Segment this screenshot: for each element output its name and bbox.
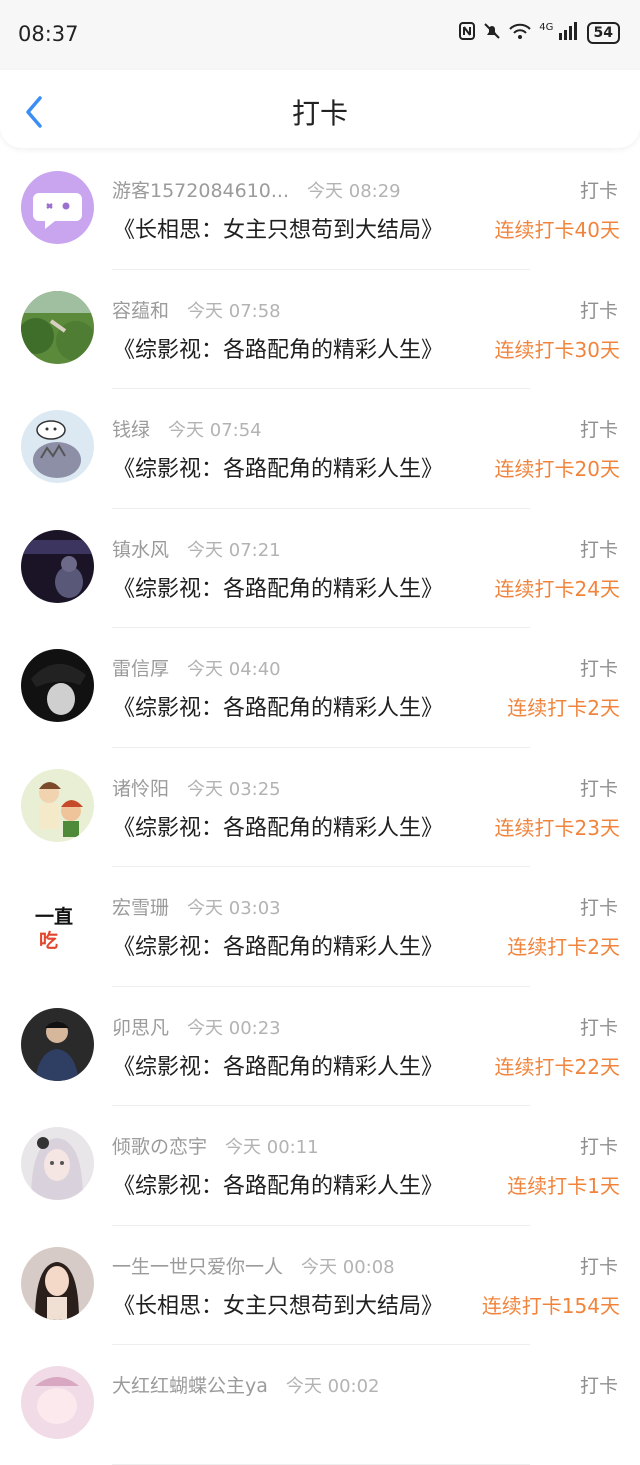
- status-time: 08:37: [18, 22, 79, 46]
- username: 容蕴和: [112, 299, 170, 322]
- checkin-time: 今天 00:08: [301, 1256, 395, 1278]
- book-title[interactable]: 《综影视：各路配角的精彩人生》: [113, 1168, 443, 1200]
- book-title[interactable]: 《综影视：各路配角的精彩人生》: [113, 451, 443, 483]
- anime-avatar[interactable]: [21, 410, 94, 483]
- username: 大红红蝴蝶公主ya: [112, 1375, 268, 1397]
- checkin-time: 今天 03:25: [187, 778, 281, 800]
- mute-icon: [483, 22, 501, 44]
- partial-avatar[interactable]: [21, 1366, 94, 1439]
- night-avatar[interactable]: [21, 529, 94, 603]
- item-meta: 容蕴和 今天 07:58: [112, 296, 281, 323]
- action-label: 打卡: [579, 1375, 618, 1397]
- streak-label: 连续打卡2天: [507, 696, 620, 720]
- action-label: 打卡: [579, 1136, 618, 1158]
- action-label: 打卡: [579, 897, 618, 919]
- username: 倾歌の恋宇: [112, 1136, 208, 1158]
- streak-label: 连续打卡1天: [507, 1174, 620, 1198]
- list-item[interactable]: 一直 吃 宏雪珊 今天 03:03 打卡 《综影视：各路配角的精彩人生》 连续打卡…: [0, 867, 640, 987]
- list-item[interactable]: 钱绿 今天 07:54 打卡 《综影视：各路配角的精彩人生》 连续打卡20天: [0, 389, 640, 509]
- book-title[interactable]: 《长相思：女主只想苟到大结局》: [113, 1288, 443, 1320]
- text-avatar[interactable]: 一直 吃: [21, 888, 94, 961]
- item-meta: 卯思凡 今天 00:23: [112, 1013, 281, 1040]
- book-title[interactable]: 《综影视：各路配角的精彩人生》: [113, 690, 443, 722]
- action-label: 打卡: [579, 299, 618, 322]
- nfc-icon: [459, 22, 476, 44]
- book-title[interactable]: 《综影视：各路配角的精彩人生》: [113, 929, 443, 961]
- list-item[interactable]: 雷信厚 今天 04:40 打卡 《综影视：各路配角的精彩人生》 连续打卡2天: [0, 628, 640, 748]
- username: 游客1572084610...: [112, 180, 290, 202]
- checkin-list: 游客1572084610... 今天 08:29 打卡 《长相思：女主只想苟到大结…: [0, 150, 640, 1465]
- avatar-text-line-1: 一直: [35, 906, 74, 928]
- doll-avatar[interactable]: [21, 1127, 94, 1200]
- checkin-time: 今天 07:21: [187, 539, 281, 561]
- streak-label: 连续打卡2天: [507, 935, 620, 959]
- checkin-time: 今天 07:58: [187, 300, 281, 322]
- book-title[interactable]: 《综影视：各路配角的精彩人生》: [113, 571, 443, 603]
- checkin-time: 今天 08:29: [307, 181, 401, 202]
- checkin-time: 今天 04:40: [187, 659, 281, 680]
- item-meta: 一生一世只爱你一人 今天 00:08: [112, 1252, 395, 1279]
- item-meta: 倾歌の恋宇 今天 00:11: [112, 1132, 319, 1159]
- illustration-avatar[interactable]: [21, 768, 94, 842]
- username: 一生一世只爱你一人: [112, 1255, 284, 1278]
- battery-icon: 54: [586, 22, 620, 44]
- username: 镇水风: [112, 538, 170, 561]
- username: 卯思凡: [112, 1016, 170, 1039]
- item-meta: 游客1572084610... 今天 08:29: [112, 176, 401, 203]
- nature-avatar[interactable]: [21, 290, 94, 364]
- username: 钱绿: [112, 419, 151, 441]
- action-label: 打卡: [579, 1016, 618, 1039]
- list-item[interactable]: 游客1572084610... 今天 08:29 打卡 《长相思：女主只想苟到大结…: [0, 150, 640, 270]
- streak-label: 连续打卡24天: [494, 576, 620, 601]
- item-meta: 宏雪珊 今天 03:03: [112, 893, 281, 920]
- ghost-avatar[interactable]: [21, 171, 94, 244]
- action-label: 打卡: [579, 777, 618, 800]
- page-title: 打卡: [291, 97, 348, 130]
- list-item[interactable]: 镇水风 今天 07:21 打卡 《综影视：各路配角的精彩人生》 连续打卡24天: [0, 509, 640, 629]
- streak-label: 连续打卡154天: [481, 1293, 620, 1318]
- username: 雷信厚: [112, 658, 170, 680]
- book-title[interactable]: 《综影视：各路配角的精彩人生》: [113, 1049, 443, 1081]
- item-meta: 钱绿 今天 07:54: [112, 415, 262, 442]
- username: 诸怜阳: [112, 777, 170, 800]
- checkin-time: 今天 00:02: [285, 1376, 380, 1397]
- status-icons: 4G 54: [459, 22, 620, 44]
- book-title[interactable]: 《长相思：女主只想苟到大结局》: [113, 212, 443, 244]
- nav-header: 打卡: [0, 70, 640, 148]
- streak-label: 连续打卡23天: [494, 815, 620, 840]
- list-item[interactable]: 一生一世只爱你一人 今天 00:08 打卡 《长相思：女主只想苟到大结局》 连续打…: [0, 1226, 640, 1346]
- checkin-time: 今天 07:54: [168, 420, 262, 441]
- action-label: 打卡: [579, 538, 618, 561]
- wifi-icon: [509, 22, 532, 44]
- list-item[interactable]: 诸怜阳 今天 03:25 打卡 《综影视：各路配角的精彩人生》 连续打卡23天: [0, 748, 640, 868]
- photo-avatar[interactable]: [21, 1007, 94, 1081]
- checkin-time: 今天 00:23: [187, 1017, 281, 1039]
- portrait-avatar[interactable]: [21, 649, 94, 722]
- woman-avatar[interactable]: [21, 1246, 94, 1320]
- action-label: 打卡: [579, 1255, 618, 1278]
- item-meta: 镇水风 今天 07:21: [112, 535, 281, 562]
- list-item[interactable]: 容蕴和 今天 07:58 打卡 《综影视：各路配角的精彩人生》 连续打卡30天: [0, 270, 640, 390]
- item-meta: 诸怜阳 今天 03:25: [112, 774, 281, 801]
- status-bar: 08:37 4G 54: [0, 0, 640, 70]
- item-meta: 大红红蝴蝶公主ya 今天 00:02: [112, 1371, 380, 1398]
- streak-label: 连续打卡22天: [494, 1054, 620, 1079]
- action-label: 打卡: [579, 419, 618, 441]
- avatar-text-line-2: 吃: [39, 930, 59, 952]
- signal-icon: 4G: [539, 22, 578, 44]
- streak-label: 连续打卡40天: [494, 218, 620, 242]
- checkin-time: 今天 00:11: [225, 1137, 319, 1158]
- checkin-time: 今天 03:03: [187, 898, 281, 919]
- item-meta: 雷信厚 今天 04:40: [112, 654, 281, 681]
- streak-label: 连续打卡30天: [494, 337, 620, 362]
- action-label: 打卡: [579, 180, 618, 202]
- book-title[interactable]: 《综影视：各路配角的精彩人生》: [113, 332, 443, 364]
- list-item[interactable]: 大红红蝴蝶公主ya 今天 00:02 打卡: [0, 1345, 640, 1465]
- username: 宏雪珊: [112, 897, 170, 919]
- list-item[interactable]: 倾歌の恋宇 今天 00:11 打卡 《综影视：各路配角的精彩人生》 连续打卡1天: [0, 1106, 640, 1226]
- streak-label: 连续打卡20天: [494, 457, 620, 481]
- action-label: 打卡: [579, 658, 618, 680]
- list-item[interactable]: 卯思凡 今天 00:23 打卡 《综影视：各路配角的精彩人生》 连续打卡22天: [0, 987, 640, 1107]
- book-title[interactable]: 《综影视：各路配角的精彩人生》: [113, 810, 443, 842]
